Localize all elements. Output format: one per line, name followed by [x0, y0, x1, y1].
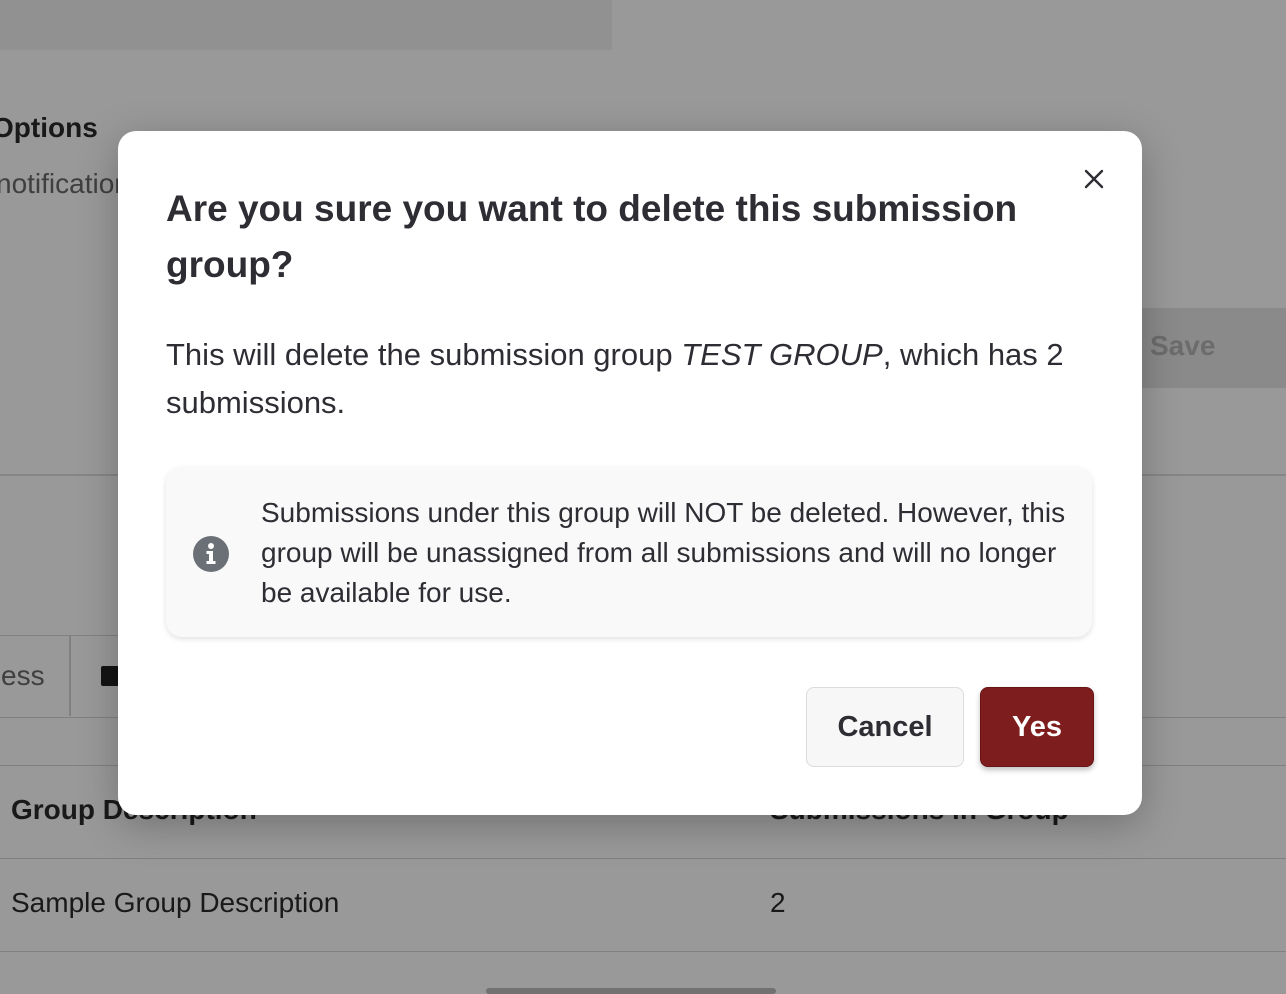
close-icon: [1084, 169, 1104, 189]
group-name: TEST GROUP: [681, 337, 883, 372]
info-text: Submissions under this group will NOT be…: [261, 497, 1066, 608]
cancel-button[interactable]: Cancel: [806, 687, 964, 767]
close-button[interactable]: [1080, 165, 1108, 193]
dialog-message-prefix: This will delete the submission group: [166, 337, 682, 372]
dialog-title: Are you sure you want to delete this sub…: [166, 188, 1018, 285]
confirm-yes-button[interactable]: Yes: [980, 687, 1094, 767]
info-callout: Submissions under this group will NOT be…: [166, 467, 1092, 637]
info-circle-icon: [193, 536, 229, 572]
delete-confirmation-dialog: Are you sure you want to delete this sub…: [118, 131, 1142, 815]
dialog-message: This will delete the submission group TE…: [166, 331, 1106, 427]
